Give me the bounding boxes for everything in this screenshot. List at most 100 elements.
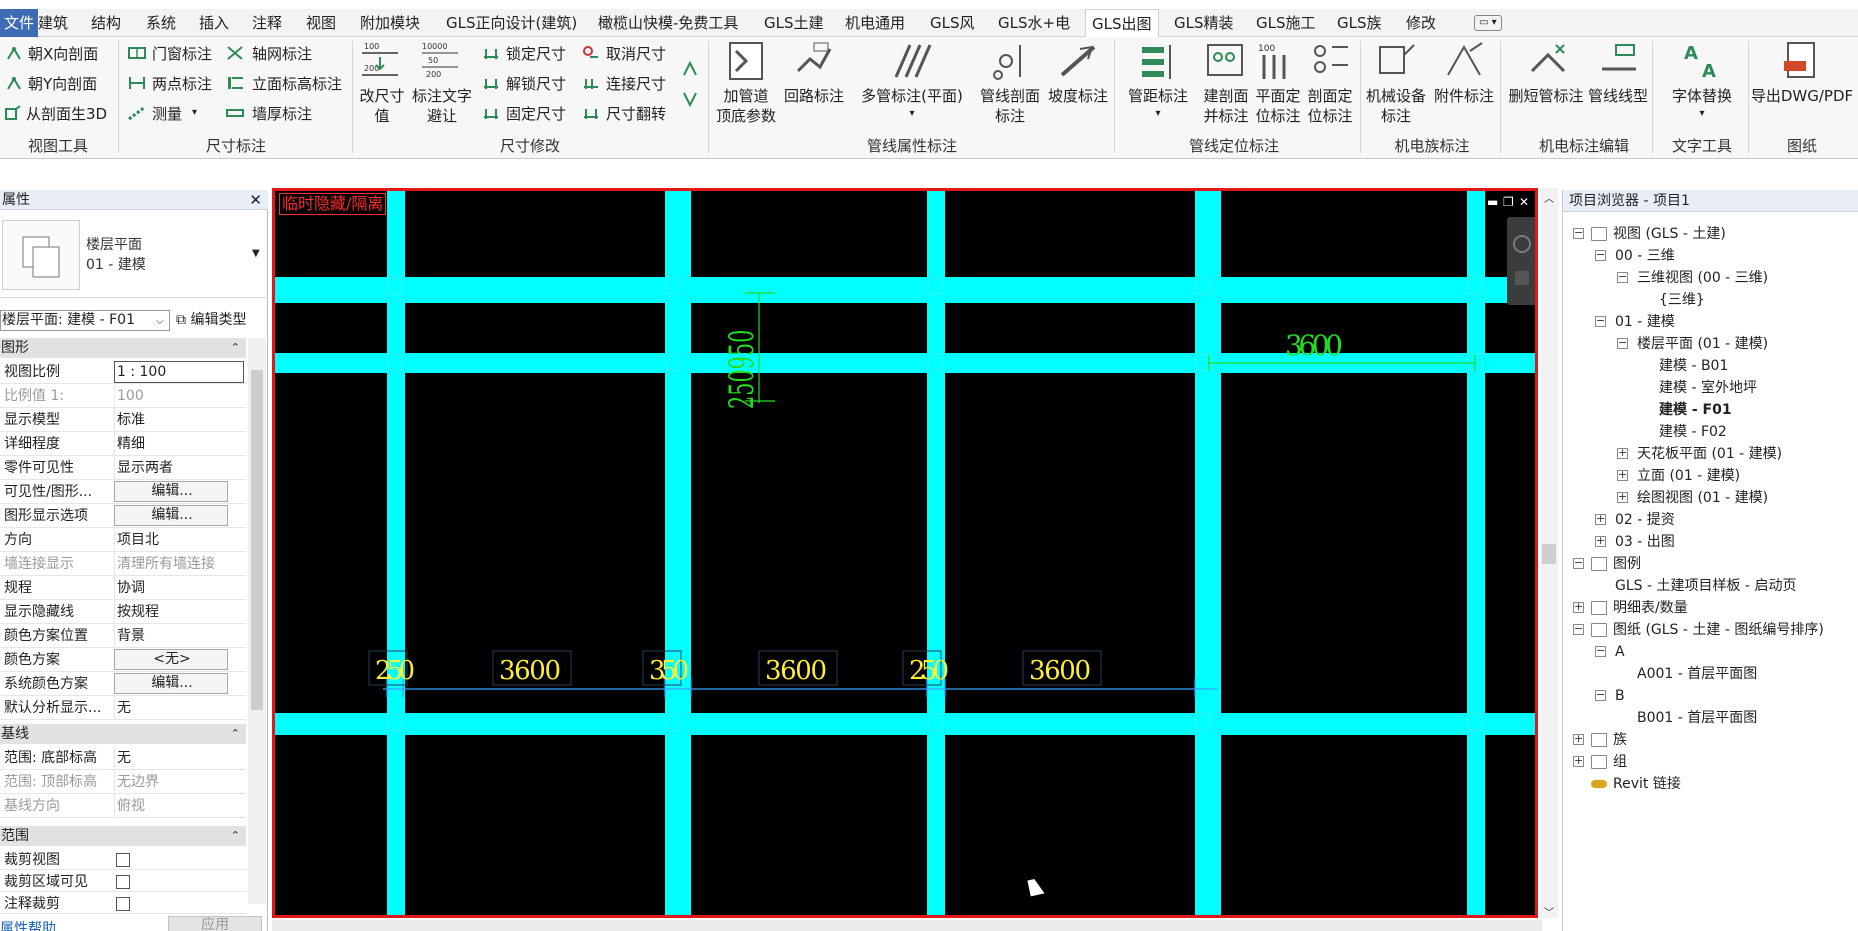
property-row[interactable]: 颜色方案 <无> <box>0 648 246 672</box>
property-checkbox[interactable] <box>116 853 130 867</box>
tree-item[interactable]: B <box>1615 686 1625 706</box>
property-row[interactable]: 裁剪区域可见 <box>0 870 246 892</box>
tree-item[interactable]: A <box>1615 642 1625 662</box>
property-row[interactable]: 系统颜色方案 编辑... <box>0 672 246 696</box>
tree-item[interactable]: 图纸 (GLS - 土建 - 图纸编号排序) <box>1613 620 1824 640</box>
instance-selector[interactable]: 楼层平面: 建模 - F01 <box>0 310 170 331</box>
section-graphics[interactable]: 图形 ⌃ <box>0 338 246 358</box>
multi-pipe-dropdown-icon[interactable]: ▾ <box>909 105 914 123</box>
pipe-linetype-button[interactable]: 管线线型 <box>1588 87 1648 105</box>
top-right-dim-text[interactable]: 3600 <box>1285 329 1343 362</box>
pipe-top-bottom-param-button[interactable]: 加管道 <box>723 87 768 105</box>
tab-view[interactable]: 视图 <box>306 9 336 37</box>
property-row[interactable]: 默认分析显示... 无 <box>0 696 246 720</box>
dim-extra2-icon[interactable] <box>682 91 700 107</box>
chevron-down-icon[interactable]: ▼ <box>252 248 260 259</box>
tree-item[interactable]: 00 - 三维 <box>1615 246 1675 266</box>
property-edit-button[interactable]: <无> <box>114 649 228 670</box>
property-input[interactable]: 1 : 100 <box>114 361 244 383</box>
property-row[interactable]: 范围: 顶部标高 无边界 <box>0 770 246 794</box>
tab-architecture[interactable]: 建筑 <box>38 9 68 37</box>
tree-item[interactable]: 视图 (GLS - 土建) <box>1613 224 1726 244</box>
scrollbar-thumb[interactable] <box>251 370 263 710</box>
property-checkbox[interactable] <box>116 897 130 911</box>
expand-icon[interactable]: + <box>1573 755 1584 767</box>
collapse-icon[interactable]: − <box>1573 227 1584 239</box>
tab-addins[interactable]: 附加模块 <box>360 9 420 37</box>
tree-item[interactable]: 明细表/数量 <box>1613 598 1688 618</box>
tab-modify[interactable]: 修改 <box>1406 9 1436 37</box>
dim-text-avoid-button[interactable]: 标注文字 <box>412 87 472 105</box>
minimize-icon[interactable]: ▬ <box>1487 195 1498 209</box>
tab-gls-drawing[interactable]: GLS出图 <box>1085 9 1159 38</box>
slope-annot-button[interactable]: 坡度标注 <box>1048 87 1108 105</box>
tree-item[interactable]: 01 - 建模 <box>1615 312 1675 332</box>
tab-mep-general[interactable]: 机电通用 <box>845 9 905 37</box>
font-replace-button[interactable]: 字体替换 <box>1672 87 1732 105</box>
expand-icon[interactable]: + <box>1617 447 1628 459</box>
tree-item[interactable]: 立面 (01 - 建模) <box>1637 466 1740 486</box>
collapse-icon[interactable]: ⌃ <box>231 724 240 744</box>
tree-item[interactable]: 族 <box>1613 730 1627 750</box>
cancel-dim-button[interactable]: 取消尺寸 <box>606 45 666 63</box>
bottom-dim-text[interactable]: 350 <box>649 656 689 686</box>
section-to-3d-button[interactable]: 从剖面生3D <box>26 105 107 123</box>
property-row[interactable]: 零件可见性 显示两者 <box>0 456 246 480</box>
unlock-dim-button[interactable]: 解锁尺寸 <box>506 75 566 93</box>
tree-item[interactable]: 绘图视图 (01 - 建模) <box>1637 488 1768 508</box>
tab-gls-construction[interactable]: GLS施工 <box>1256 9 1316 37</box>
tree-item[interactable]: A001 - 首层平面图 <box>1637 664 1757 684</box>
expand-icon[interactable]: + <box>1573 601 1584 613</box>
bottom-dim-text[interactable]: 3600 <box>765 656 827 686</box>
grid-row[interactable] <box>275 713 1535 735</box>
mech-equip-annot-button[interactable]: 机械设备 <box>1366 87 1426 105</box>
scrollbar-thumb[interactable] <box>1542 544 1556 564</box>
property-row[interactable]: 视图比例 1 : 100 <box>0 360 246 384</box>
property-row[interactable]: 颜色方案位置 背景 <box>0 624 246 648</box>
navigation-bar[interactable] <box>1507 217 1535 305</box>
tree-item[interactable]: 楼层平面 (01 - 建模) <box>1637 334 1768 354</box>
tab-olive-fast-model[interactable]: 橄榄山快模-免费工具 <box>598 9 738 37</box>
bottom-dim-text[interactable]: 3600 <box>1029 656 1091 686</box>
property-row[interactable]: 方向 项目北 <box>0 528 246 552</box>
scroll-up-icon[interactable]: ︿ <box>1544 190 1554 205</box>
property-row[interactable]: 详细程度 精细 <box>0 432 246 456</box>
change-dim-value-button[interactable]: 改尺寸 <box>359 87 404 105</box>
tree-item[interactable]: 02 - 提资 <box>1615 510 1675 530</box>
collapse-icon[interactable]: ⌃ <box>231 338 240 358</box>
collapse-icon[interactable]: − <box>1573 623 1584 635</box>
section-x-button[interactable]: 朝X向剖面 <box>28 45 98 63</box>
type-selector[interactable]: 楼层平面 01 - 建模 ▼ <box>0 212 268 298</box>
tree-item[interactable]: B001 - 首层平面图 <box>1637 708 1757 728</box>
section-underlay[interactable]: 基线 ⌃ <box>0 724 246 744</box>
tree-item[interactable]: GLS - 土建项目样板 - 启动页 <box>1615 576 1796 596</box>
connect-dim-button[interactable]: 连接尺寸 <box>606 75 666 93</box>
property-row[interactable]: 注释裁剪 <box>0 892 246 914</box>
property-row[interactable]: 裁剪视图 <box>0 848 246 870</box>
tree-item[interactable]: 天花板平面 (01 - 建模) <box>1637 444 1782 464</box>
axis-grid-dim-button[interactable]: 轴网标注 <box>252 45 312 63</box>
tab-annotate[interactable]: 注释 <box>252 9 282 37</box>
collapse-icon[interactable]: ⌃ <box>231 826 240 846</box>
expand-icon[interactable]: + <box>1595 513 1606 525</box>
property-row[interactable]: 范围: 底部标高无 <box>0 746 246 770</box>
properties-help-link[interactable]: 属性帮助 <box>0 918 56 931</box>
drawing-canvas[interactable]: 250950 3600 250 3600 350 3600 250 3600 临时隐藏/隔离 … <box>272 188 1538 918</box>
steering-wheel-icon[interactable] <box>1513 235 1531 253</box>
collapse-icon[interactable]: − <box>1595 249 1606 261</box>
property-row[interactable]: 墙连接显示 清理所有墙连接 <box>0 552 246 576</box>
section-extents[interactable]: 范围 ⌃ <box>0 826 246 846</box>
lock-dim-button[interactable]: 锁定尺寸 <box>506 45 566 63</box>
bottom-dim-text[interactable]: 3600 <box>499 656 561 686</box>
floor-plan-drawing[interactable]: 250950 3600 250 3600 350 3600 250 3600 <box>275 191 1535 915</box>
tab-gls-forward-design[interactable]: GLS正向设计(建筑) <box>446 9 577 37</box>
tree-item[interactable]: 建模 - 室外地坪 <box>1659 378 1757 398</box>
expand-icon[interactable]: + <box>1617 491 1628 503</box>
property-edit-button[interactable]: 编辑... <box>114 673 228 694</box>
two-point-dim-button[interactable]: 两点标注 <box>152 75 212 93</box>
tree-item[interactable]: 建模 - B01 <box>1659 356 1728 376</box>
expand-icon[interactable]: + <box>1573 733 1584 745</box>
bottom-dim-text[interactable]: 250 <box>909 656 949 686</box>
export-dwg-pdf-button[interactable]: 导出DWG/PDF <box>1751 87 1853 105</box>
collapse-icon[interactable]: − <box>1617 337 1628 349</box>
